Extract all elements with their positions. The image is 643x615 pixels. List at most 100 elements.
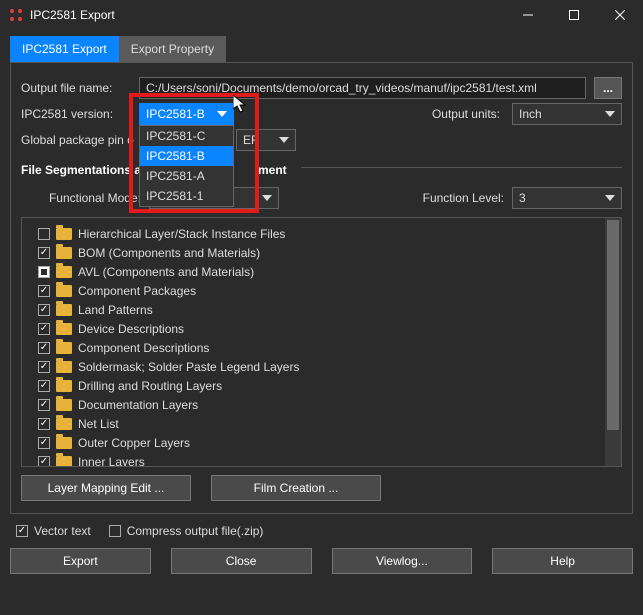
output-file-input[interactable]: [139, 77, 586, 99]
list-item-label: Soldermask; Solder Paste Legend Layers: [78, 360, 299, 374]
chevron-down-icon: [605, 195, 615, 201]
main-panel: Output file name: ... IPC2581 version: I…: [10, 62, 633, 514]
list-item-label: Hierarchical Layer/Stack Instance Files: [78, 227, 285, 241]
checkbox-icon: [109, 525, 121, 537]
output-units-value: Inch: [519, 107, 542, 121]
checkbox-icon[interactable]: [38, 399, 50, 411]
list-item[interactable]: Device Descriptions: [28, 319, 605, 338]
list-item[interactable]: Hierarchical Layer/Stack Instance Files: [28, 224, 605, 243]
list-item[interactable]: Component Packages: [28, 281, 605, 300]
func-level-value: 3: [519, 191, 526, 205]
folder-icon: [56, 437, 72, 449]
list-item[interactable]: AVL (Components and Materials): [28, 262, 605, 281]
func-mode-label: Functional Mode:: [21, 191, 141, 205]
list-item[interactable]: Documentation Layers: [28, 395, 605, 414]
tabs: IPC2581 Export Export Property: [10, 36, 633, 62]
window-maximize-button[interactable]: [551, 0, 597, 30]
close-button[interactable]: Close: [171, 548, 312, 574]
checkbox-icon[interactable]: [38, 380, 50, 392]
checkbox-icon[interactable]: [38, 342, 50, 354]
checkbox-icon[interactable]: [38, 285, 50, 297]
folder-icon: [56, 285, 72, 297]
global-pin-dropdown[interactable]: ER: [236, 129, 296, 151]
list-item-label: Device Descriptions: [78, 322, 184, 336]
output-units-dropdown[interactable]: Inch: [512, 103, 622, 125]
folder-icon: [56, 342, 72, 354]
folder-icon: [56, 380, 72, 392]
window-close-button[interactable]: [597, 0, 643, 30]
export-button[interactable]: Export: [10, 548, 151, 574]
list-item[interactable]: Soldermask; Solder Paste Legend Layers: [28, 357, 605, 376]
list-item-label: Land Patterns: [78, 303, 153, 317]
ellipsis-icon: ...: [603, 81, 613, 95]
checkbox-icon[interactable]: [38, 304, 50, 316]
list-item-label: BOM (Components and Materials): [78, 246, 260, 260]
version-option[interactable]: IPC2581-B: [140, 146, 233, 166]
layer-mapping-button[interactable]: Layer Mapping Edit ...: [21, 475, 191, 501]
list-item-label: Inner Layers: [78, 455, 145, 468]
list-item[interactable]: Component Descriptions: [28, 338, 605, 357]
checkbox-icon[interactable]: [38, 437, 50, 449]
window-minimize-button[interactable]: [505, 0, 551, 30]
list-item-label: Component Packages: [78, 284, 196, 298]
checkbox-icon[interactable]: [38, 361, 50, 373]
version-dropdown-list: IPC2581-C IPC2581-B IPC2581-A IPC2581-1: [139, 125, 234, 207]
global-pin-label: Global package pin o: [21, 133, 147, 147]
func-level-dropdown[interactable]: 3: [512, 187, 622, 209]
file-seg-header-a: File Segmentations a: [21, 163, 147, 177]
folder-icon: [56, 228, 72, 240]
checkbox-icon[interactable]: [38, 418, 50, 430]
checkbox-icon[interactable]: [38, 266, 50, 278]
chevron-down-icon: [605, 111, 615, 117]
list-item-label: Outer Copper Layers: [78, 436, 190, 450]
folder-icon: [56, 361, 72, 373]
checkbox-icon[interactable]: [38, 323, 50, 335]
file-seg-header-b: ment: [258, 163, 287, 177]
window-title: IPC2581 Export: [30, 8, 115, 22]
chevron-down-icon: [217, 111, 227, 117]
checkbox-icon[interactable]: [38, 456, 50, 468]
checkbox-icon: [16, 525, 28, 537]
list-item-label: Net List: [78, 417, 119, 431]
list-item[interactable]: Drilling and Routing Layers: [28, 376, 605, 395]
checkbox-icon[interactable]: [38, 228, 50, 240]
vector-text-label: Vector text: [34, 524, 91, 538]
folder-icon: [56, 399, 72, 411]
viewlog-button[interactable]: Viewlog...: [332, 548, 473, 574]
version-label: IPC2581 version:: [21, 107, 131, 121]
version-option[interactable]: IPC2581-1: [140, 186, 233, 206]
output-file-label: Output file name:: [21, 81, 131, 95]
compress-label: Compress output file(.zip): [127, 524, 264, 538]
list-item[interactable]: Outer Copper Layers: [28, 433, 605, 452]
tab-export-property[interactable]: Export Property: [119, 36, 226, 62]
tab-ipc2581-export[interactable]: IPC2581 Export: [10, 36, 119, 62]
scrollbar-thumb[interactable]: [607, 220, 619, 430]
folder-icon: [56, 456, 72, 468]
app-icon: [8, 7, 24, 23]
func-level-label: Function Level:: [287, 191, 504, 205]
list-scrollbar[interactable]: [605, 218, 621, 466]
list-item-label: Drilling and Routing Layers: [78, 379, 222, 393]
list-item[interactable]: Land Patterns: [28, 300, 605, 319]
chevron-down-icon: [279, 137, 289, 143]
list-item-label: AVL (Components and Materials): [78, 265, 254, 279]
folder-icon: [56, 304, 72, 316]
list-item-label: Component Descriptions: [78, 341, 209, 355]
folder-icon: [56, 247, 72, 259]
browse-button[interactable]: ...: [594, 77, 622, 99]
version-option[interactable]: IPC2581-C: [140, 126, 233, 146]
chevron-down-icon: [262, 195, 272, 201]
help-button[interactable]: Help: [492, 548, 633, 574]
version-dropdown[interactable]: IPC2581-B IPC2581-C IPC2581-B IPC2581-A …: [139, 103, 234, 125]
version-option[interactable]: IPC2581-A: [140, 166, 233, 186]
global-pin-tail: ER: [243, 133, 260, 147]
segment-list: Hierarchical Layer/Stack Instance Files B…: [21, 217, 622, 467]
film-creation-button[interactable]: Film Creation ...: [211, 475, 381, 501]
compress-checkbox[interactable]: Compress output file(.zip): [109, 524, 264, 538]
list-item[interactable]: Net List: [28, 414, 605, 433]
checkbox-icon[interactable]: [38, 247, 50, 259]
list-item[interactable]: BOM (Components and Materials): [28, 243, 605, 262]
output-units-label: Output units:: [242, 107, 504, 121]
vector-text-checkbox[interactable]: Vector text: [16, 524, 91, 538]
list-item[interactable]: Inner Layers: [28, 452, 605, 467]
